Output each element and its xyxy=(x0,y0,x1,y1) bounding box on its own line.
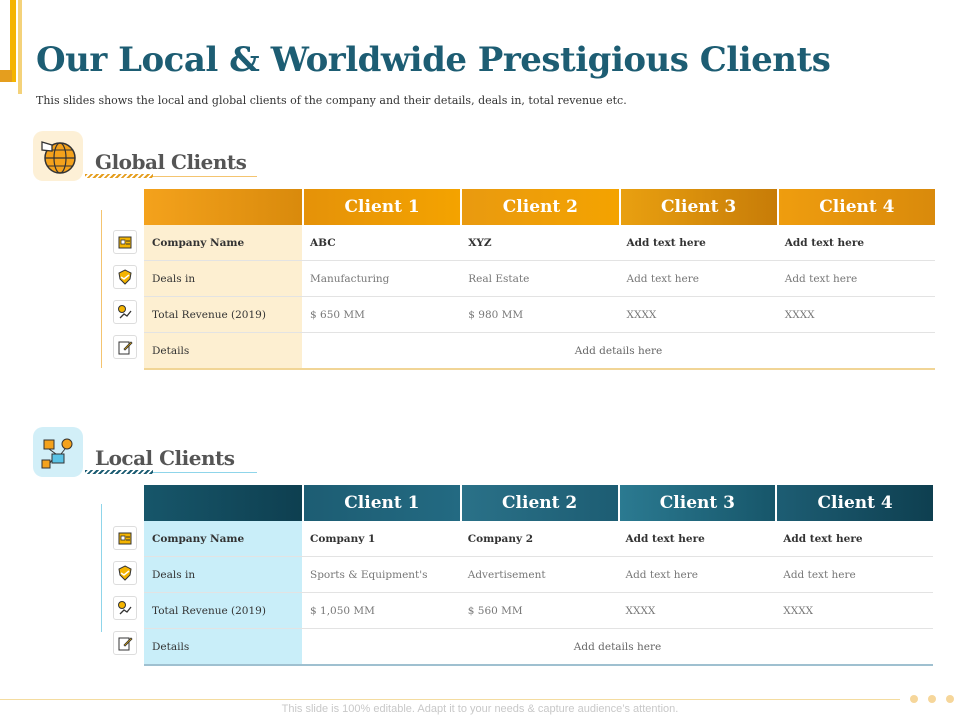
row-label-details: Details xyxy=(144,333,302,368)
table-row: Details Add details here xyxy=(144,333,935,368)
page-title: Our Local & Worldwide Prestigious Client… xyxy=(36,40,831,80)
footer-note: This slide is 100% editable. Adapt it to… xyxy=(281,703,679,715)
table-cell: Add text here xyxy=(784,272,858,285)
row-label-company: Company Name xyxy=(144,521,302,556)
table-row: Deals in Sports & Equipment's Advertisem… xyxy=(144,557,933,593)
table-cell: Add text here xyxy=(784,236,865,249)
local-row-connector xyxy=(101,504,102,632)
header-client-3: Client 3 xyxy=(620,189,777,225)
global-clients-title: Global Clients xyxy=(95,150,247,174)
table-cell: Company 1 xyxy=(310,532,376,545)
table-row: Total Revenue (2019) $ 1,050 MM $ 560 MM… xyxy=(144,593,933,629)
table-cell: Add text here xyxy=(626,236,706,249)
revenue-chart-icon xyxy=(113,596,137,620)
global-row-connector xyxy=(101,210,102,368)
handshake-shield-icon xyxy=(113,265,137,289)
table-cell: Add text here xyxy=(625,532,705,545)
row-label-company: Company Name xyxy=(144,225,302,260)
table-cell: Add text here xyxy=(783,532,863,545)
id-card-icon xyxy=(113,230,137,254)
table-cell: XYZ xyxy=(468,236,492,249)
row-label-details: Details xyxy=(144,629,302,664)
footer-divider xyxy=(0,699,900,700)
details-cell: Add details here xyxy=(574,344,663,357)
table-cell: ABC xyxy=(310,236,336,249)
corner-accent-square xyxy=(0,70,12,82)
table-cell: Advertisement xyxy=(467,568,546,581)
id-card-icon xyxy=(113,526,137,550)
table-cell: $ 980 MM xyxy=(468,308,524,321)
document-pen-icon xyxy=(113,631,137,655)
table-cell: Sports & Equipment's xyxy=(310,568,428,581)
table-cell: Add text here xyxy=(626,272,700,285)
table-header-row: Client 1 Client 2 Client 3 Client 4 xyxy=(144,485,933,521)
global-clients-table: Client 1 Client 2 Client 3 Client 4 Comp… xyxy=(144,189,935,370)
table-row: Company Name ABC XYZ Add text here Add t… xyxy=(144,225,935,261)
row-label-revenue: Total Revenue (2019) xyxy=(144,593,302,628)
corner-accent-bar-light xyxy=(18,0,22,94)
network-people-icon xyxy=(33,427,83,477)
row-label-deals: Deals in xyxy=(144,557,302,592)
table-header-row: Client 1 Client 2 Client 3 Client 4 xyxy=(144,189,935,225)
header-client-3: Client 3 xyxy=(619,485,776,521)
globe-megaphone-icon xyxy=(33,131,83,181)
header-client-4: Client 4 xyxy=(778,189,935,225)
table-cell: Add text here xyxy=(625,568,699,581)
table-cell: Manufacturing xyxy=(310,272,390,285)
table-row: Company Name Company 1 Company 2 Add tex… xyxy=(144,521,933,557)
table-cell: $ 1,050 MM xyxy=(310,604,375,617)
header-client-1: Client 1 xyxy=(304,189,461,225)
table-cell: $ 650 MM xyxy=(310,308,365,321)
document-pen-icon xyxy=(113,335,137,359)
table-cell: Company 2 xyxy=(467,532,534,545)
table-cell: Real Estate xyxy=(468,272,530,285)
details-cell: Add details here xyxy=(573,640,662,653)
row-label-deals: Deals in xyxy=(144,261,302,296)
table-cell: Add text here xyxy=(783,568,856,581)
header-corner-cell xyxy=(144,189,302,225)
table-cell: XXXX xyxy=(783,604,814,617)
page-subtitle: This slides shows the local and global c… xyxy=(36,94,627,107)
table-row: Deals in Manufacturing Real Estate Add t… xyxy=(144,261,935,297)
table-cell: $ 560 MM xyxy=(467,604,523,617)
revenue-chart-icon xyxy=(113,300,137,324)
header-client-2: Client 2 xyxy=(461,485,618,521)
handshake-shield-icon xyxy=(113,561,137,585)
table-row: Details Add details here xyxy=(144,629,933,664)
header-client-2: Client 2 xyxy=(462,189,619,225)
footer-dots xyxy=(910,695,954,703)
header-corner-cell xyxy=(144,485,302,521)
header-client-4: Client 4 xyxy=(777,485,933,521)
local-clients-table: Client 1 Client 2 Client 3 Client 4 Comp… xyxy=(144,485,933,666)
table-row: Total Revenue (2019) $ 650 MM $ 980 MM X… xyxy=(144,297,935,333)
table-cell: XXXX xyxy=(784,308,815,321)
table-cell: XXXX xyxy=(625,604,656,617)
local-clients-title: Local Clients xyxy=(95,446,235,470)
header-client-1: Client 1 xyxy=(304,485,460,521)
row-label-revenue: Total Revenue (2019) xyxy=(144,297,302,332)
table-cell: XXXX xyxy=(626,308,657,321)
